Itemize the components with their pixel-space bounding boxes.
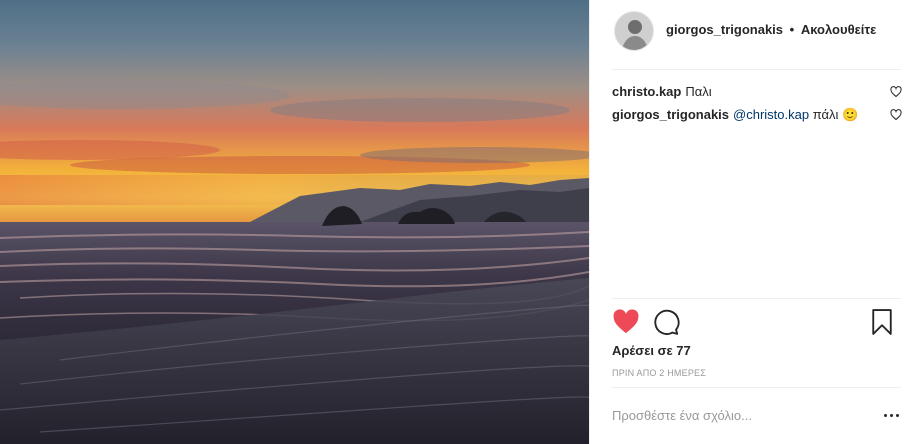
heart-outline-icon[interactable] [890,109,902,121]
comment-input-divider [612,387,901,388]
post-timestamp[interactable]: ΠΡΙΝ ΑΠΟ 2 ΗΜΕΡΕΣ [612,368,706,378]
avatar-photo [615,12,653,50]
add-comment-bar [612,396,902,434]
comment-username[interactable]: giorgos_trigonakis [612,107,729,122]
comment-text: Παλι [685,84,712,99]
header-divider [612,69,901,70]
more-dot [895,413,899,417]
more-dot [889,413,893,417]
likes-count[interactable]: Αρέσει σε 77 [612,343,691,358]
sunset-sea-image [0,0,589,444]
author-username[interactable]: giorgos_trigonakis [666,22,783,37]
comment-text: πάλι [812,107,839,122]
follow-status-button[interactable]: Ακολουθείτε [801,22,877,37]
post-header: giorgos_trigonakis • Ακολουθείτε [590,0,918,69]
header-text: giorgos_trigonakis • Ακολουθείτε [666,22,876,37]
comment-item: christo.kap Παλι [612,83,902,106]
comment-username[interactable]: christo.kap [612,84,681,99]
more-options-icon[interactable] [880,406,902,424]
post-photo[interactable] [0,0,589,444]
avatar[interactable] [614,11,654,51]
actions-divider [612,298,901,299]
post-actions [612,308,902,336]
comments-list: christo.kap Παλι giorgos_trigonakis @chris… [612,83,902,129]
comment-bubble-icon[interactable] [652,308,680,336]
post-container: giorgos_trigonakis • Ακολουθείτε christo… [0,0,918,444]
add-comment-input[interactable] [612,404,852,426]
more-dot [883,413,887,417]
smile-emoji: 🙂 [842,107,859,122]
bookmark-icon[interactable] [868,308,896,336]
heart-filled-icon[interactable] [612,308,640,336]
comment-item: giorgos_trigonakis @christo.kap πάλι 🙂 [612,106,902,129]
heart-outline-icon[interactable] [890,86,902,98]
comment-mention[interactable]: @christo.kap [733,107,809,122]
header-separator: • [789,22,795,37]
post-side-panel: giorgos_trigonakis • Ακολουθείτε christo… [589,0,918,444]
